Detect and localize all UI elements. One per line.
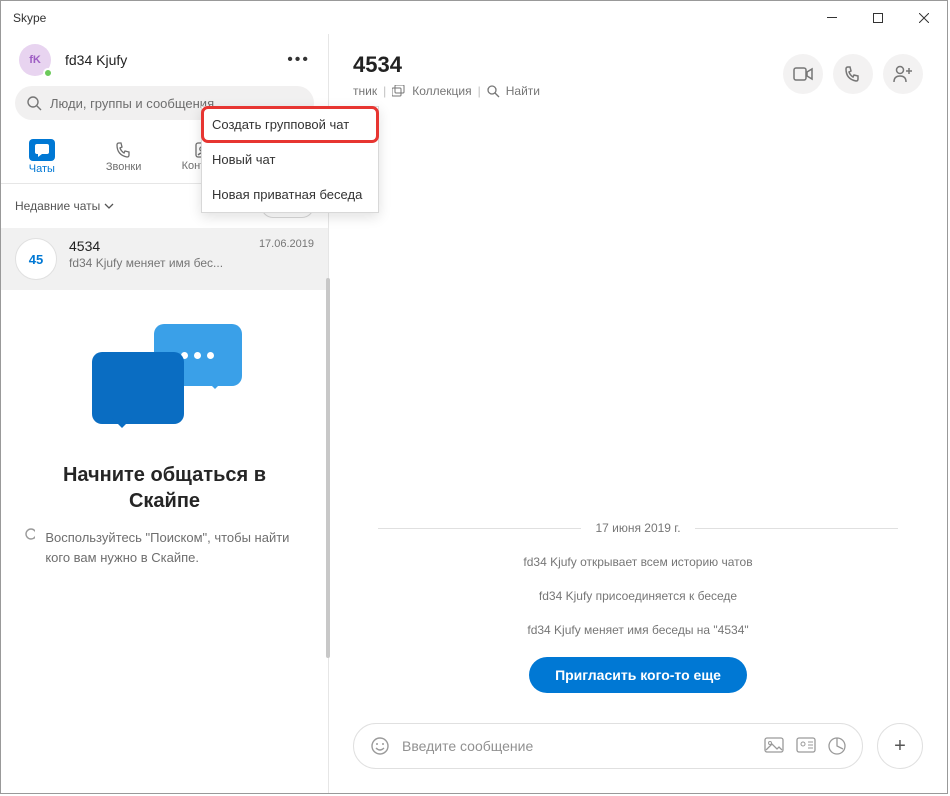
- add-person-icon: [892, 65, 914, 83]
- menu-new-private[interactable]: Новая приватная беседа: [202, 177, 378, 212]
- composer-icons: [764, 737, 846, 755]
- emoji-icon[interactable]: [370, 736, 390, 756]
- avatar-initials: fK: [29, 54, 41, 66]
- titlebar: Skype: [1, 1, 947, 34]
- maximize-button[interactable]: [855, 1, 901, 34]
- find-link[interactable]: Найти: [506, 84, 540, 98]
- window-controls: [809, 1, 947, 34]
- minimize-icon: [827, 17, 837, 18]
- chat-header: 4534 тник | Коллекция | Найти: [329, 34, 947, 108]
- minimize-button[interactable]: [809, 1, 855, 34]
- chat-meta: тник | Коллекция | Найти: [353, 84, 783, 98]
- onboard-tip-text: Воспользуйтесь "Поиском", чтобы найти ко…: [45, 528, 304, 567]
- recent-label[interactable]: Недавние чаты: [15, 199, 100, 213]
- chat-icon: [29, 139, 55, 161]
- maximize-icon: [873, 13, 883, 23]
- onboard-tip: Воспользуйтесь "Поиском", чтобы найти ко…: [25, 528, 304, 567]
- profile-row: fK fd34 Kjufy •••: [1, 34, 328, 86]
- invite-button[interactable]: Пригласить кого-то еще: [529, 657, 747, 693]
- video-call-button[interactable]: [783, 54, 823, 94]
- collection-link[interactable]: Коллекция: [412, 84, 471, 98]
- phone-icon: [844, 65, 862, 83]
- app-body: fK fd34 Kjufy ••• Люди, группы и сообщен…: [1, 34, 947, 793]
- collection-icon: [392, 85, 406, 97]
- search-icon: [25, 528, 35, 544]
- poll-icon[interactable]: [828, 737, 846, 755]
- video-icon: [793, 67, 813, 81]
- add-attachment-button[interactable]: +: [877, 723, 923, 769]
- app-window: Skype fK fd34 Kjufy •••: [0, 0, 948, 794]
- menu-new-chat[interactable]: Новый чат: [202, 142, 378, 177]
- chevron-down-icon: [104, 203, 114, 209]
- system-message: fd34 Kjufy меняет имя беседы на "4534": [527, 623, 748, 637]
- image-icon[interactable]: [764, 737, 784, 753]
- tab-calls-label: Звонки: [106, 161, 142, 173]
- plus-icon: +: [894, 735, 906, 758]
- chat-illustration-icon: [80, 320, 250, 440]
- chat-item-avatar: 45: [15, 238, 57, 280]
- close-icon: [919, 13, 929, 23]
- phone-icon: [115, 141, 133, 159]
- content: 4534 тник | Коллекция | Найти: [329, 34, 947, 793]
- menu-create-group-chat[interactable]: Создать групповой чат: [202, 107, 378, 142]
- chat-item-subtitle: fd34 Kjufy меняет имя бес...: [69, 256, 247, 270]
- contact-card-icon[interactable]: [796, 737, 816, 753]
- header-actions: [783, 52, 923, 98]
- chat-list-item[interactable]: 45 4534 fd34 Kjufy меняет имя бес... 17.…: [1, 228, 328, 290]
- chat-item-info: 4534 fd34 Kjufy меняет имя бес...: [69, 238, 247, 280]
- message-input[interactable]: Введите сообщение: [353, 723, 863, 769]
- add-participant-button[interactable]: [883, 54, 923, 94]
- audio-call-button[interactable]: [833, 54, 873, 94]
- tab-chats[interactable]: Чаты: [1, 130, 83, 183]
- composer: Введите сообщение +: [353, 723, 923, 769]
- participants-label[interactable]: тник: [353, 84, 377, 98]
- window-title: Skype: [13, 11, 46, 25]
- close-button[interactable]: [901, 1, 947, 34]
- chat-title[interactable]: 4534: [353, 52, 783, 78]
- tab-chats-label: Чаты: [29, 163, 55, 175]
- search-placeholder: Люди, группы и сообщения: [50, 96, 214, 111]
- system-message: fd34 Kjufy присоединяется к беседе: [539, 589, 737, 603]
- chat-item-title: 4534: [69, 238, 247, 254]
- chat-item-date: 17.06.2019: [259, 238, 314, 280]
- header-left: 4534 тник | Коллекция | Найти: [353, 52, 783, 98]
- onboard-heading: Начните общаться в Скайпе: [63, 462, 266, 514]
- system-message: fd34 Kjufy открывает всем историю чатов: [523, 555, 752, 569]
- avatar[interactable]: fK: [19, 44, 51, 76]
- profile-name[interactable]: fd34 Kjufy: [65, 52, 127, 68]
- composer-placeholder: Введите сообщение: [402, 738, 752, 754]
- search-icon: [27, 96, 42, 111]
- presence-dot-icon: [43, 68, 53, 78]
- onboarding: Начните общаться в Скайпе Воспользуйтесь…: [1, 290, 328, 793]
- chat-body: 17 июня 2019 г. fd34 Kjufy открывает все…: [329, 108, 947, 723]
- more-button[interactable]: •••: [287, 51, 310, 69]
- search-icon: [487, 85, 500, 98]
- new-chat-dropdown: Создать групповой чат Новый чат Новая пр…: [201, 106, 379, 213]
- tab-calls[interactable]: Звонки: [83, 130, 165, 183]
- date-divider: 17 июня 2019 г.: [378, 521, 897, 535]
